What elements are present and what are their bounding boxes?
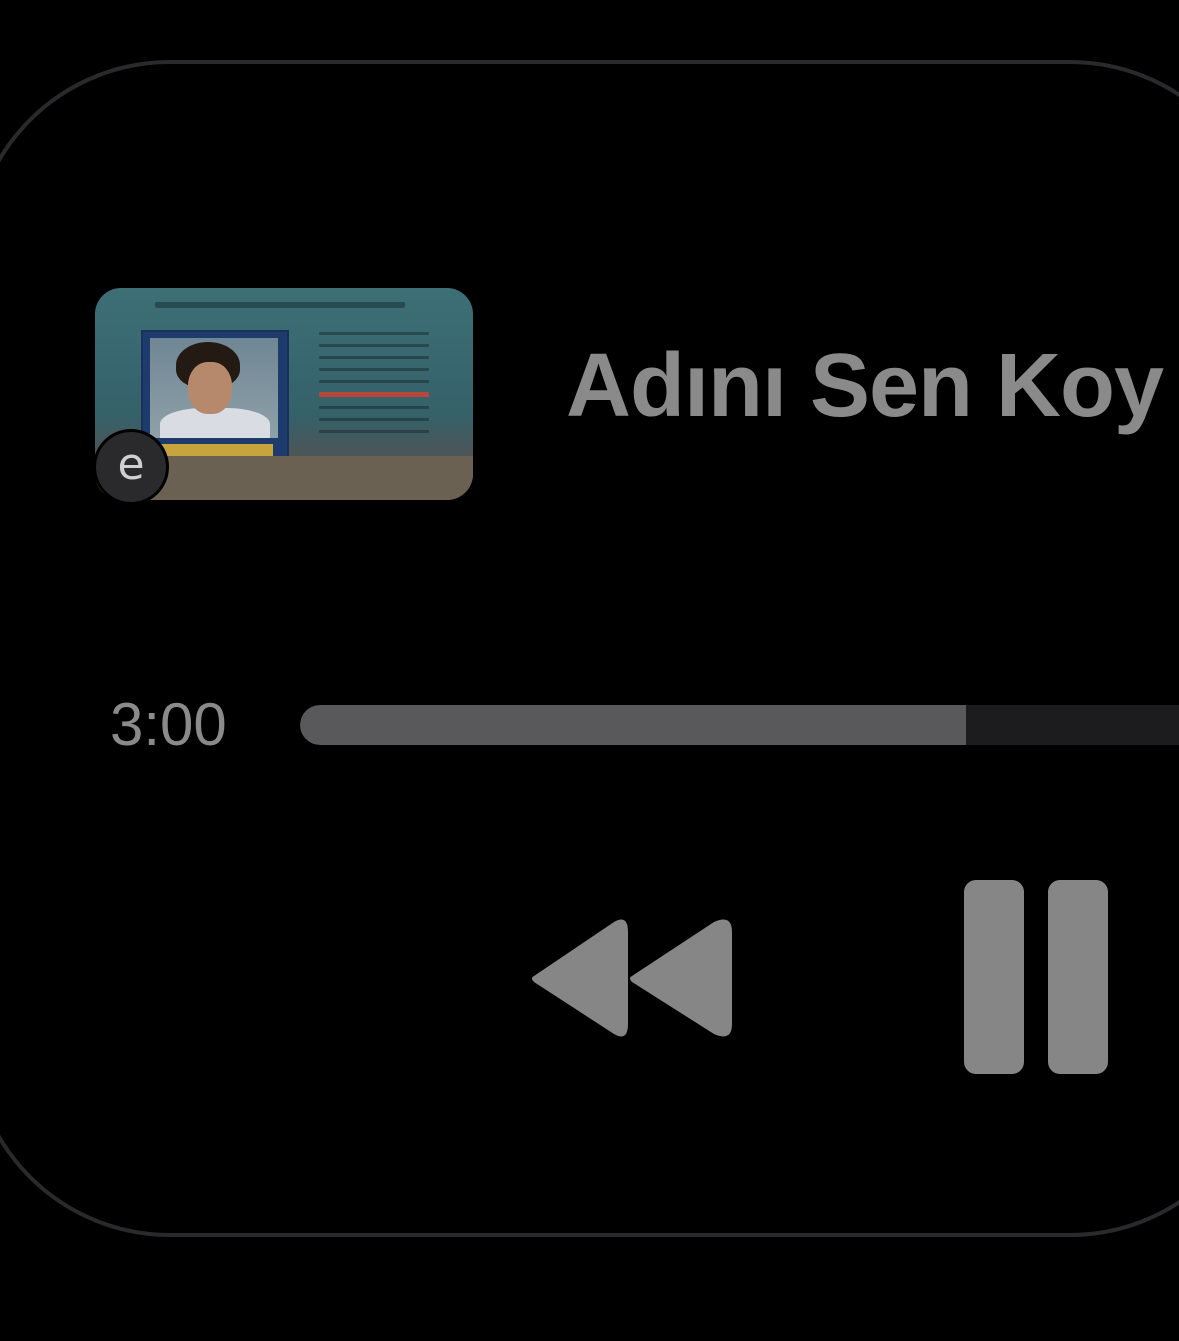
artwork-portrait [150,338,278,438]
rewind-icon [532,919,732,1037]
artwork-track-list [319,332,429,442]
elapsed-time: 3:00 [110,691,227,758]
progress-fill [300,705,966,745]
rewind-button[interactable] [528,918,738,1038]
song-title: Adını Sen Koy [566,336,1164,436]
progress-scrubber[interactable] [300,705,1179,745]
artwork-header-strip [155,302,405,308]
pause-button[interactable] [960,880,1112,1078]
app-badge-icon: e [96,432,166,502]
screen: e Adını Sen Koy 3:00 [0,0,1179,1341]
